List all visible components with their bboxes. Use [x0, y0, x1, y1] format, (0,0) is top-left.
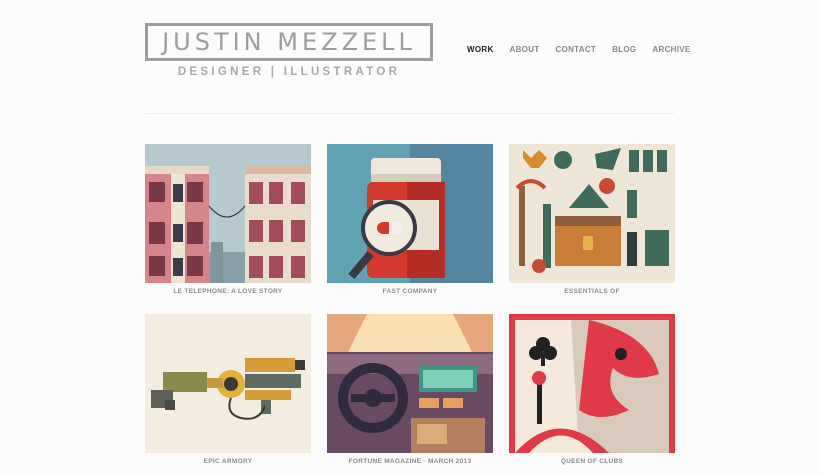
logo-box[interactable]: JUSTIN MEZZELL	[145, 23, 433, 61]
caption-queen-of-clubs[interactable]: QUEEN OF CLUBS	[509, 458, 675, 465]
le-telephone-artwork	[145, 144, 311, 283]
fortune-magazine-artwork	[327, 314, 493, 453]
nav-archive[interactable]: ARCHIVE	[652, 45, 690, 54]
nav-work[interactable]: WORK	[467, 45, 494, 54]
main-nav: WORK ABOUT CONTACT BLOG ARCHIVE	[467, 45, 707, 54]
nav-about[interactable]: ABOUT	[510, 45, 540, 54]
portfolio-item-le-telephone[interactable]	[145, 144, 311, 283]
caption-epic-armory[interactable]: EPIC ARMORY	[145, 458, 311, 465]
portfolio-item-essentials-of[interactable]	[509, 144, 675, 283]
fast-company-artwork	[327, 144, 493, 283]
caption-essentials-of[interactable]: ESSENTIALS OF	[509, 288, 675, 295]
caption-le-telephone[interactable]: LE TELEPHONE: A LOVE STORY	[145, 288, 311, 295]
essentials-of-artwork	[509, 144, 675, 283]
queen-of-clubs-artwork	[509, 314, 675, 453]
portfolio-item-queen-of-clubs[interactable]	[509, 314, 675, 453]
portfolio-item-fast-company[interactable]	[327, 144, 493, 283]
header-divider	[145, 113, 675, 114]
caption-fortune-magazine[interactable]: FORTUNE MAGAZINE - MARCH 2013	[327, 458, 493, 465]
portfolio-item-fortune-magazine[interactable]	[327, 314, 493, 453]
site-title[interactable]: JUSTIN MEZZELL	[162, 28, 416, 56]
portfolio-item-epic-armory[interactable]	[145, 314, 311, 453]
nav-blog[interactable]: BLOG	[612, 45, 636, 54]
site-tagline: DESIGNER | ILLUSTRATOR	[177, 66, 401, 78]
caption-fast-company[interactable]: FAST COMPANY	[327, 288, 493, 295]
nav-contact[interactable]: CONTACT	[555, 45, 596, 54]
epic-armory-artwork	[145, 314, 311, 453]
